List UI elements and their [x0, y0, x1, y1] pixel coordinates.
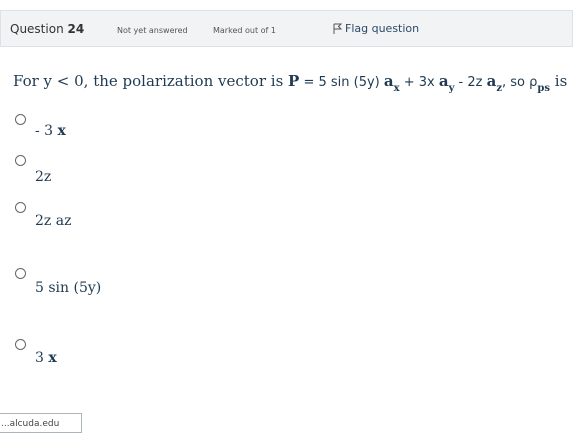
option-4-text: 5 sin (5y) — [35, 280, 102, 296]
option-label-5[interactable]: 3 x — [35, 350, 57, 366]
option-1-bold: x — [57, 123, 66, 139]
option-1-text: - 3 — [35, 123, 58, 139]
equation-part-1: = 5 sin (5y) — [299, 75, 384, 90]
flag-question-button[interactable]: Flag question — [333, 22, 419, 35]
equation-part-3: - 2z — [454, 75, 487, 90]
flag-question-label: Flag question — [345, 22, 420, 35]
question-suffix: is — [550, 72, 568, 90]
option-5-text: 3 — [35, 350, 49, 366]
answer-state: Not yet answered — [117, 26, 188, 35]
radio-button-1[interactable] — [15, 114, 26, 125]
option-label-4[interactable]: 5 sin (5y) — [35, 280, 101, 296]
unit-vector-sub-1: x — [393, 83, 400, 94]
unit-vector-sub-2: y — [448, 83, 455, 94]
equation-part-2: + 3x — [399, 75, 439, 90]
unit-vector-sub-3: z — [496, 83, 503, 94]
option-label-2[interactable]: 2z — [35, 169, 51, 185]
question-word: Question — [10, 22, 64, 36]
option-label-1[interactable]: - 3 x — [35, 123, 66, 139]
flag-icon — [333, 23, 343, 34]
unit-vector-a-1: a — [383, 72, 394, 90]
radio-button-4[interactable] — [15, 268, 26, 279]
question-info-header: Question 24 Not yet answered Marked out … — [0, 10, 573, 47]
option-5-bold: x — [48, 350, 57, 366]
option-3-text: 2z az — [35, 213, 72, 229]
radio-button-5[interactable] — [15, 339, 26, 350]
question-prefix: For y < 0, the polarization vector is — [13, 72, 289, 90]
radio-button-2[interactable] — [15, 155, 26, 166]
rho-subscript: ps — [537, 83, 551, 94]
question-number-label: Question 24 — [10, 22, 84, 36]
question-text: For y < 0, the polarization vector is P … — [13, 72, 568, 94]
equation-part-4: , so ρ — [502, 75, 538, 90]
polarization-symbol: P — [288, 72, 300, 90]
option-2-text: 2z — [35, 169, 52, 185]
unit-vector-a-2: a — [438, 72, 449, 90]
option-label-3[interactable]: 2z az — [35, 213, 71, 229]
unit-vector-a-3: a — [486, 72, 497, 90]
radio-button-3[interactable] — [15, 202, 26, 213]
grade-info: Marked out of 1 — [213, 26, 276, 35]
footer-text: ...alcuda.edu — [1, 419, 60, 429]
question-number: 24 — [67, 22, 85, 36]
footer-link-box[interactable]: ...alcuda.edu — [0, 413, 82, 433]
